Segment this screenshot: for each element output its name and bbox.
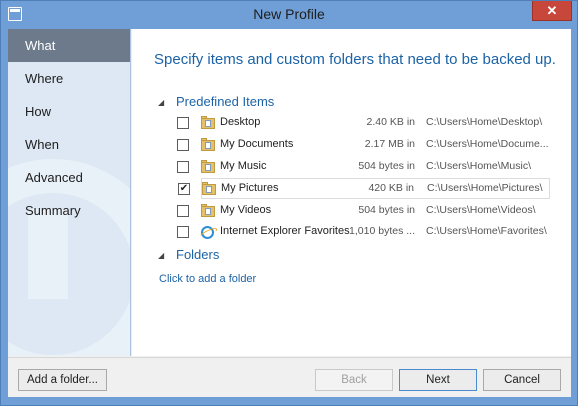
item-name: My Documents [220, 138, 294, 150]
my-music-checkbox[interactable] [177, 161, 189, 173]
sidebar-item-what[interactable]: What [8, 29, 130, 62]
item-row-desktop[interactable]: Desktop 2.40 KB in C:\Users\Home\Desktop… [177, 113, 550, 134]
item-size: 420 KB in [368, 182, 414, 194]
sidebar-item-advanced[interactable]: Advanced [8, 161, 130, 194]
item-path: C:\Users\Home\Docume... [426, 138, 549, 150]
item-size: 504 bytes in [358, 204, 415, 216]
predefined-items-collapse-icon[interactable]: ◢ [158, 98, 164, 107]
item-name: Internet Explorer Favorites [220, 225, 350, 237]
cancel-button[interactable]: Cancel [483, 369, 561, 391]
documents-folder-icon [201, 138, 215, 152]
main-panel: Specify items and custom folders that ne… [132, 29, 571, 356]
folder-icon [201, 116, 215, 130]
item-path: C:\Users\Home\Favorites\ [426, 225, 547, 237]
sidebar-item-when[interactable]: When [8, 128, 130, 161]
wizard-sidebar: What Where How When Advanced Summary [8, 29, 131, 356]
item-name: My Pictures [221, 182, 279, 194]
close-button[interactable]: ✕ [532, 1, 572, 21]
item-name: Desktop [220, 116, 261, 128]
item-row-ie-favorites[interactable]: Internet Explorer Favorites 1,010 bytes … [177, 222, 550, 243]
pictures-folder-icon [202, 182, 216, 196]
my-videos-checkbox[interactable] [177, 205, 189, 217]
add-folder-link[interactable]: Click to add a folder [159, 273, 256, 285]
item-size: 2.40 KB in [366, 116, 415, 128]
dialog-client: What Where How When Advanced Summary Spe… [8, 29, 571, 397]
item-name: My Videos [220, 204, 272, 216]
page-heading: Specify items and custom folders that ne… [154, 51, 556, 68]
add-folder-button[interactable]: Add a folder... [18, 369, 107, 391]
back-button[interactable]: Back [315, 369, 393, 391]
dialog-footer: Add a folder... Back Next Cancel [8, 357, 571, 397]
title-bar[interactable]: New Profile ✕ [1, 1, 577, 28]
item-row-my-documents[interactable]: My Documents 2.17 MB in C:\Users\Home\Do… [177, 135, 550, 156]
my-documents-checkbox[interactable] [177, 139, 189, 151]
music-folder-icon [201, 160, 215, 174]
desktop-checkbox[interactable] [177, 117, 189, 129]
new-profile-window: New Profile ✕ What Where How When Advanc… [0, 0, 578, 406]
item-path: C:\Users\Home\Pictures\ [427, 182, 543, 194]
sidebar-item-how[interactable]: How [8, 95, 130, 128]
item-size: 1,010 bytes ... [349, 225, 415, 237]
item-row-my-music[interactable]: My Music 504 bytes in C:\Users\Home\Musi… [177, 157, 550, 178]
item-row-my-pictures[interactable]: ✔ My Pictures 420 KB in C:\Users\Home\Pi… [178, 178, 550, 199]
my-pictures-checkbox[interactable]: ✔ [178, 183, 190, 195]
folders-group-label[interactable]: Folders [176, 247, 219, 262]
item-path: C:\Users\Home\Desktop\ [426, 116, 543, 128]
item-path: C:\Users\Home\Videos\ [426, 204, 536, 216]
internet-explorer-icon [201, 226, 214, 239]
ie-favorites-checkbox[interactable] [177, 226, 189, 238]
window-title: New Profile [253, 6, 325, 22]
sidebar-item-where[interactable]: Where [8, 62, 130, 95]
item-path: C:\Users\Home\Music\ [426, 160, 532, 172]
item-size: 504 bytes in [358, 160, 415, 172]
folders-collapse-icon[interactable]: ◢ [158, 251, 164, 260]
next-button[interactable]: Next [399, 369, 477, 391]
item-size: 2.17 MB in [364, 138, 415, 150]
predefined-items-group-label[interactable]: Predefined Items [176, 94, 274, 109]
sidebar-item-summary[interactable]: Summary [8, 194, 130, 227]
item-name: My Music [220, 160, 267, 172]
videos-folder-icon [201, 204, 215, 218]
item-row-my-videos[interactable]: My Videos 504 bytes in C:\Users\Home\Vid… [177, 201, 550, 222]
